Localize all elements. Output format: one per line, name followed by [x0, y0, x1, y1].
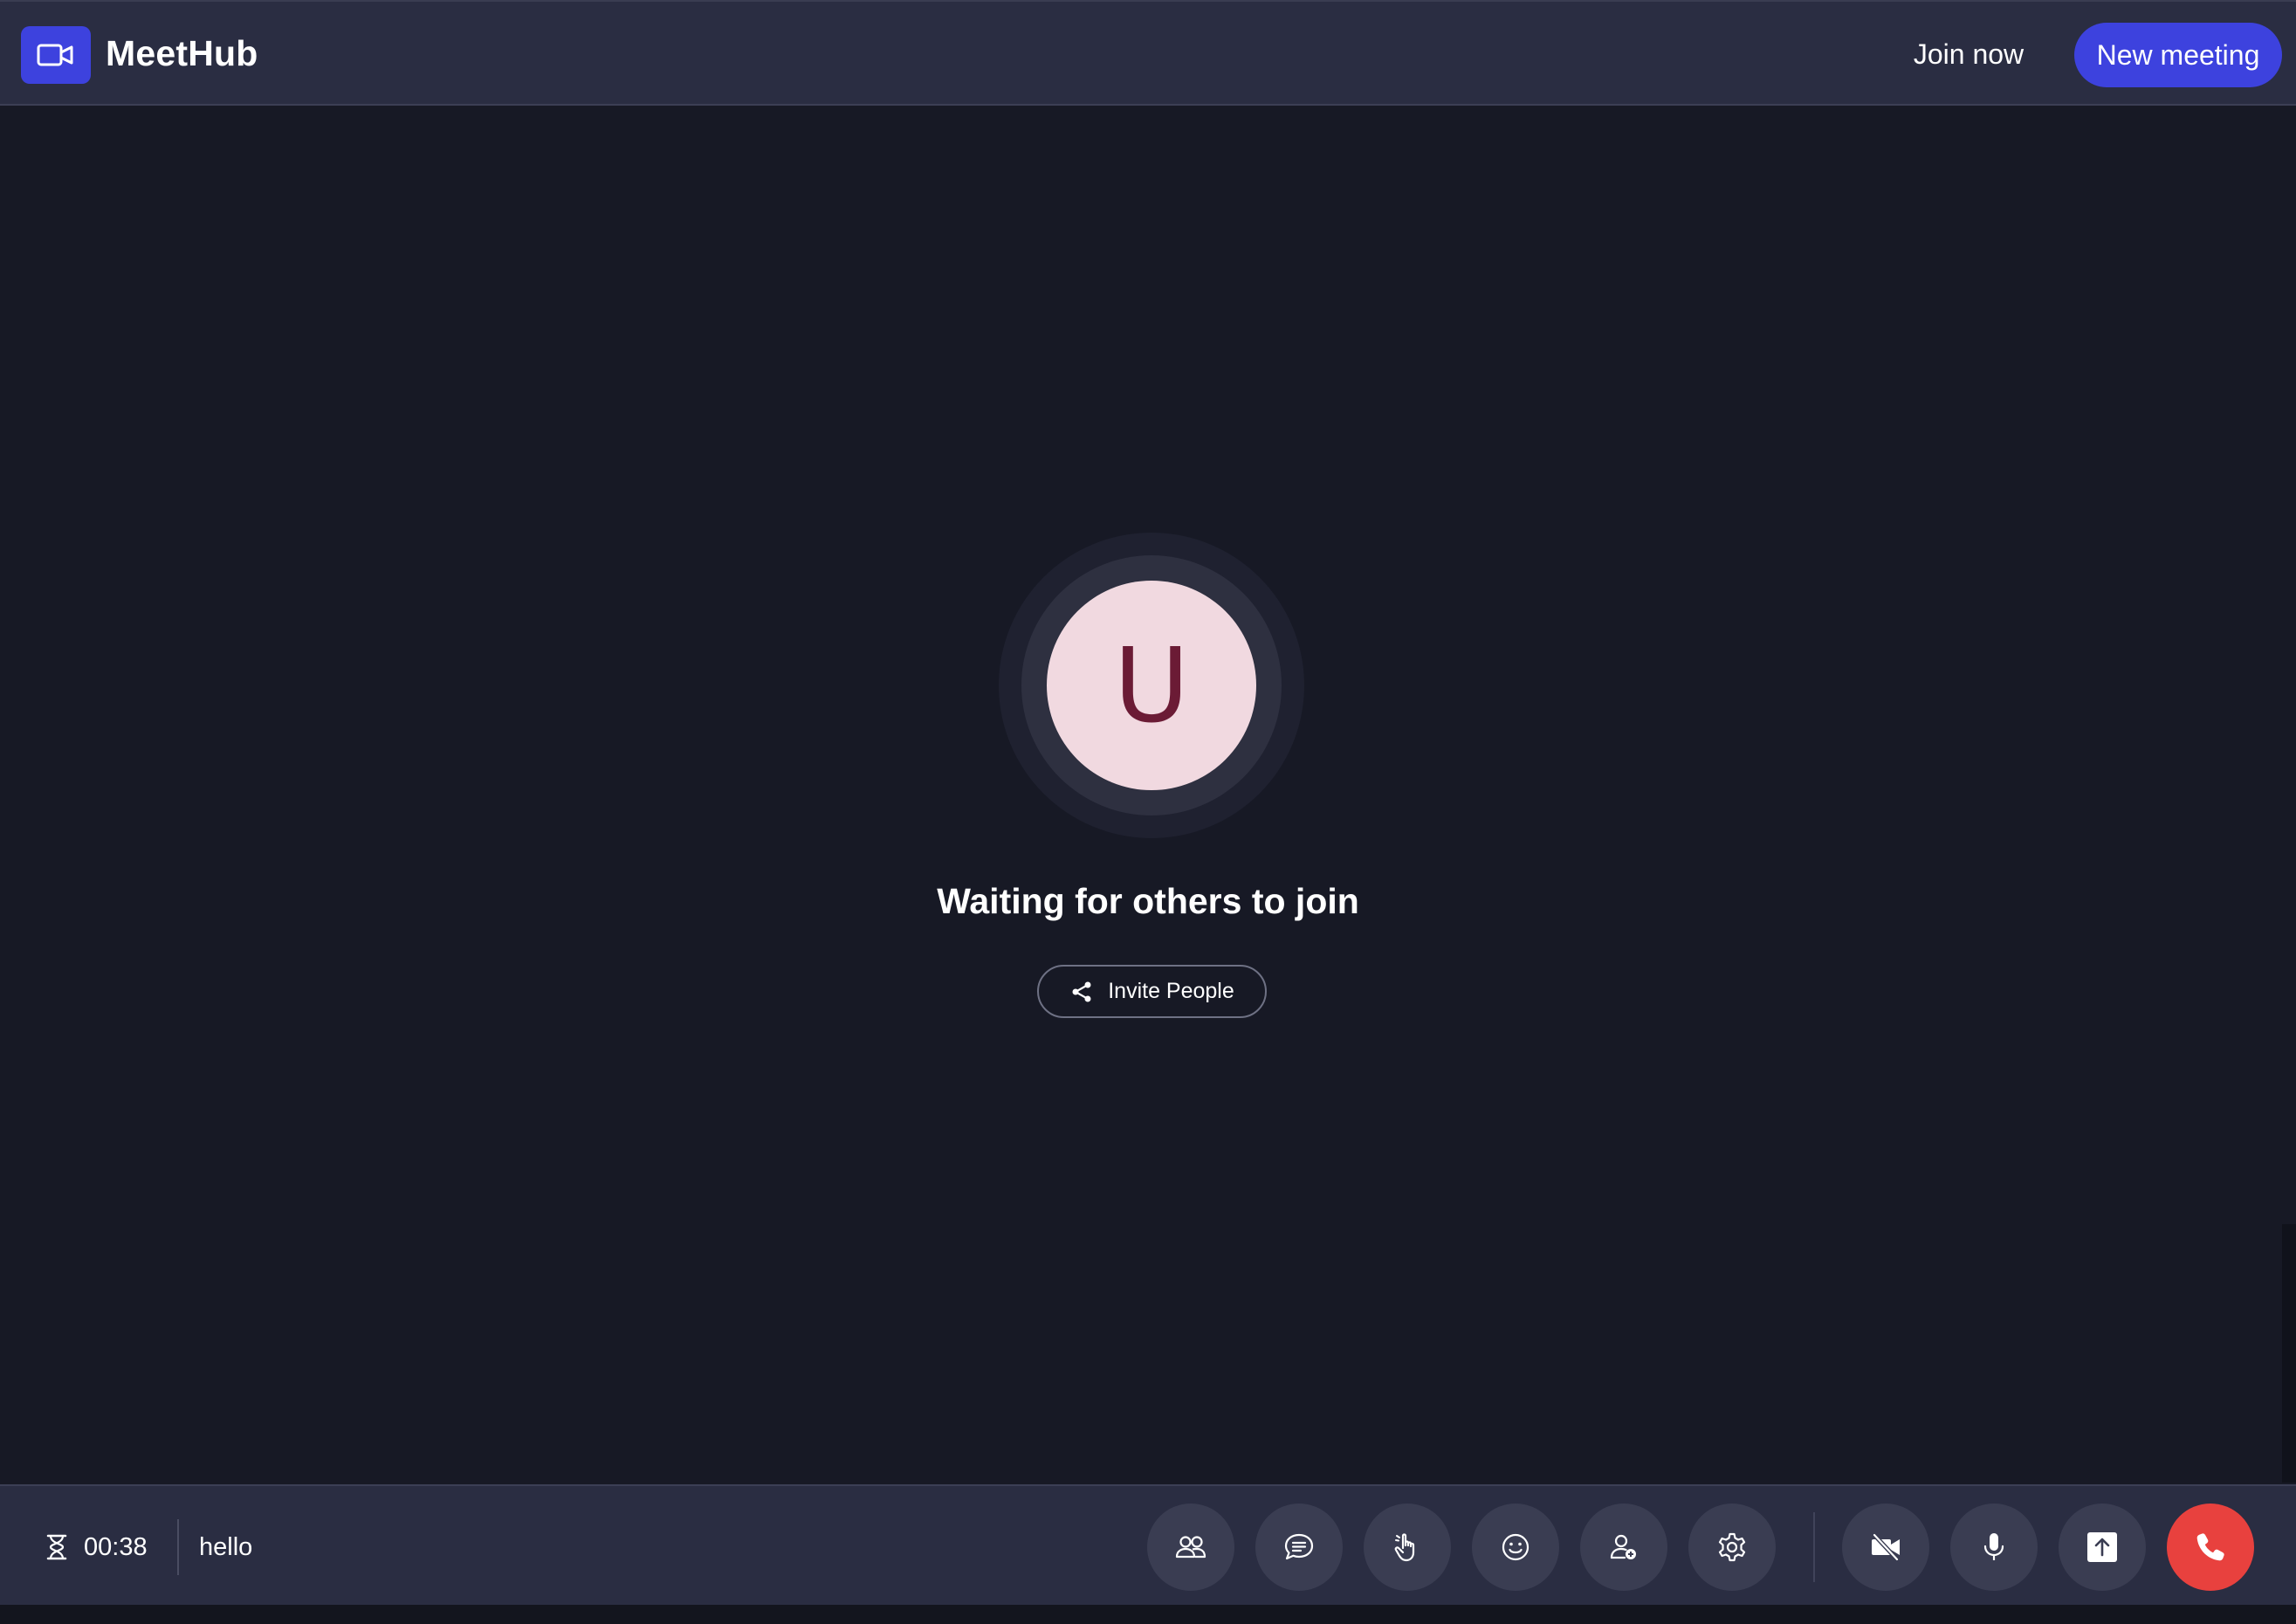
settings-button[interactable] [1688, 1504, 1776, 1591]
scrollbar[interactable] [2282, 1224, 2296, 1483]
participants-button[interactable] [1147, 1504, 1234, 1591]
people-icon [1173, 1530, 1208, 1565]
share-screen-button[interactable] [2059, 1504, 2146, 1591]
end-call-button[interactable] [2167, 1504, 2254, 1591]
bottom-edge-strip [0, 1605, 2296, 1624]
divider [177, 1519, 179, 1575]
microphone-icon [1976, 1530, 2011, 1565]
gear-icon [1715, 1530, 1749, 1565]
microphone-toggle-button[interactable] [1950, 1504, 2038, 1591]
reactions-button[interactable] [1472, 1504, 1559, 1591]
add-participant-button[interactable] [1580, 1504, 1667, 1591]
bottom-control-bar: 00:38 hello [0, 1484, 2296, 1605]
video-off-icon [1868, 1530, 1903, 1565]
controls-divider [1813, 1512, 1815, 1582]
hourglass-icon [44, 1533, 70, 1561]
meeting-name: hello [199, 1533, 253, 1561]
camera-toggle-button[interactable] [1842, 1504, 1929, 1591]
phone-icon [2193, 1530, 2228, 1565]
hand-icon [1390, 1530, 1425, 1565]
avatar: U [1047, 581, 1256, 790]
invite-people-button[interactable]: Invite People [1037, 965, 1267, 1018]
waiting-status-text: Waiting for others to join [937, 881, 1359, 921]
app-logo[interactable] [21, 26, 91, 84]
invite-people-label: Invite People [1108, 979, 1234, 1003]
chat-button[interactable] [1255, 1504, 1343, 1591]
smiley-icon [1498, 1530, 1533, 1565]
app-title: MeetHub [106, 33, 258, 73]
meeting-timer: 00:38 [84, 1533, 148, 1561]
top-header: MeetHub Join now New meeting [0, 0, 2296, 106]
upload-icon [2085, 1530, 2120, 1565]
share-icon [1069, 980, 1094, 1004]
join-now-button[interactable]: Join now [1886, 28, 2052, 80]
raise-hand-button[interactable] [1364, 1504, 1451, 1591]
person-add-icon [1606, 1530, 1641, 1565]
new-meeting-button[interactable]: New meeting [2074, 23, 2282, 87]
video-camera-icon [37, 42, 75, 68]
chat-bubble-icon [1282, 1530, 1316, 1565]
